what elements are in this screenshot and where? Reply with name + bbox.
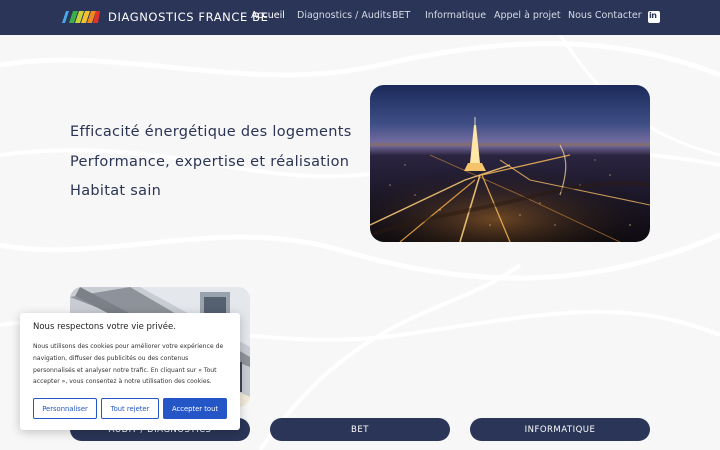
cookie-text-line: accepter », vous consentez à notre utili… xyxy=(33,378,212,386)
nav-item-nous-contacter[interactable]: Nous Contacter xyxy=(568,10,642,21)
nav-item-diagnostics-audits[interactable]: Diagnostics / Audits xyxy=(297,10,391,21)
site-header: DIAGNOSTICS FRANCE BE Accueil Diagnostic… xyxy=(0,0,720,35)
hero-line-performance: Performance, expertise et réalisation xyxy=(70,154,350,170)
energy-rating-logo-icon[interactable] xyxy=(58,11,100,23)
cookie-text-line: personnalisés et analyser notre trafic. … xyxy=(33,366,217,374)
cookie-reject-all-button[interactable]: Tout rejeter xyxy=(101,398,159,419)
nav-item-informatique[interactable]: Informatique xyxy=(425,10,486,21)
hero-line-habitat: Habitat sain xyxy=(70,183,162,199)
linkedin-icon[interactable]: in xyxy=(648,11,660,23)
hero-image-paris-night xyxy=(370,85,650,242)
cookie-customize-button[interactable]: Personnaliser xyxy=(33,398,97,419)
nav-item-appel-a-projet[interactable]: Appel à projet xyxy=(494,10,561,21)
cookie-text-line: navigation, diffuser des publicités ou d… xyxy=(33,354,189,362)
linkedin-glyph: in xyxy=(649,11,657,20)
nav-item-bet[interactable]: BET xyxy=(392,10,410,21)
cookie-text-line: Nous utilisons des cookies pour améliore… xyxy=(33,343,224,350)
nav-item-accueil[interactable]: Accueil xyxy=(251,10,285,21)
informatique-button[interactable]: INFORMATIQUE xyxy=(470,418,650,441)
cookie-consent-banner: Nous respectons votre vie privée. Nous u… xyxy=(20,313,240,430)
cookie-banner-text: Nous utilisons des cookies pour améliore… xyxy=(33,341,233,388)
site-logo-text[interactable]: DIAGNOSTICS FRANCE BE xyxy=(108,10,269,24)
hero-line-efficacite: Efficacité énergétique des logements xyxy=(70,124,352,140)
cookie-banner-title: Nous respectons votre vie privée. xyxy=(33,322,176,332)
bet-button[interactable]: BET xyxy=(270,418,450,441)
paris-night-illustration xyxy=(370,85,650,242)
cookie-accept-all-button[interactable]: Accepter tout xyxy=(163,398,227,419)
